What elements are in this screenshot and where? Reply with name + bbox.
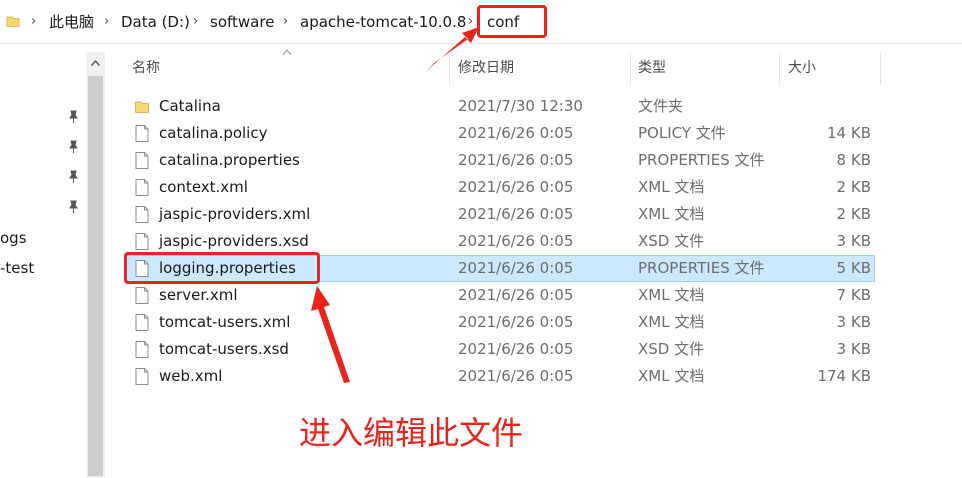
annotation-arrows	[311, 27, 479, 383]
arrow-to-conf-icon	[426, 27, 479, 72]
annotation-callout: 进入编辑此文件	[299, 414, 524, 452]
arrow-to-logging-icon	[311, 286, 350, 383]
